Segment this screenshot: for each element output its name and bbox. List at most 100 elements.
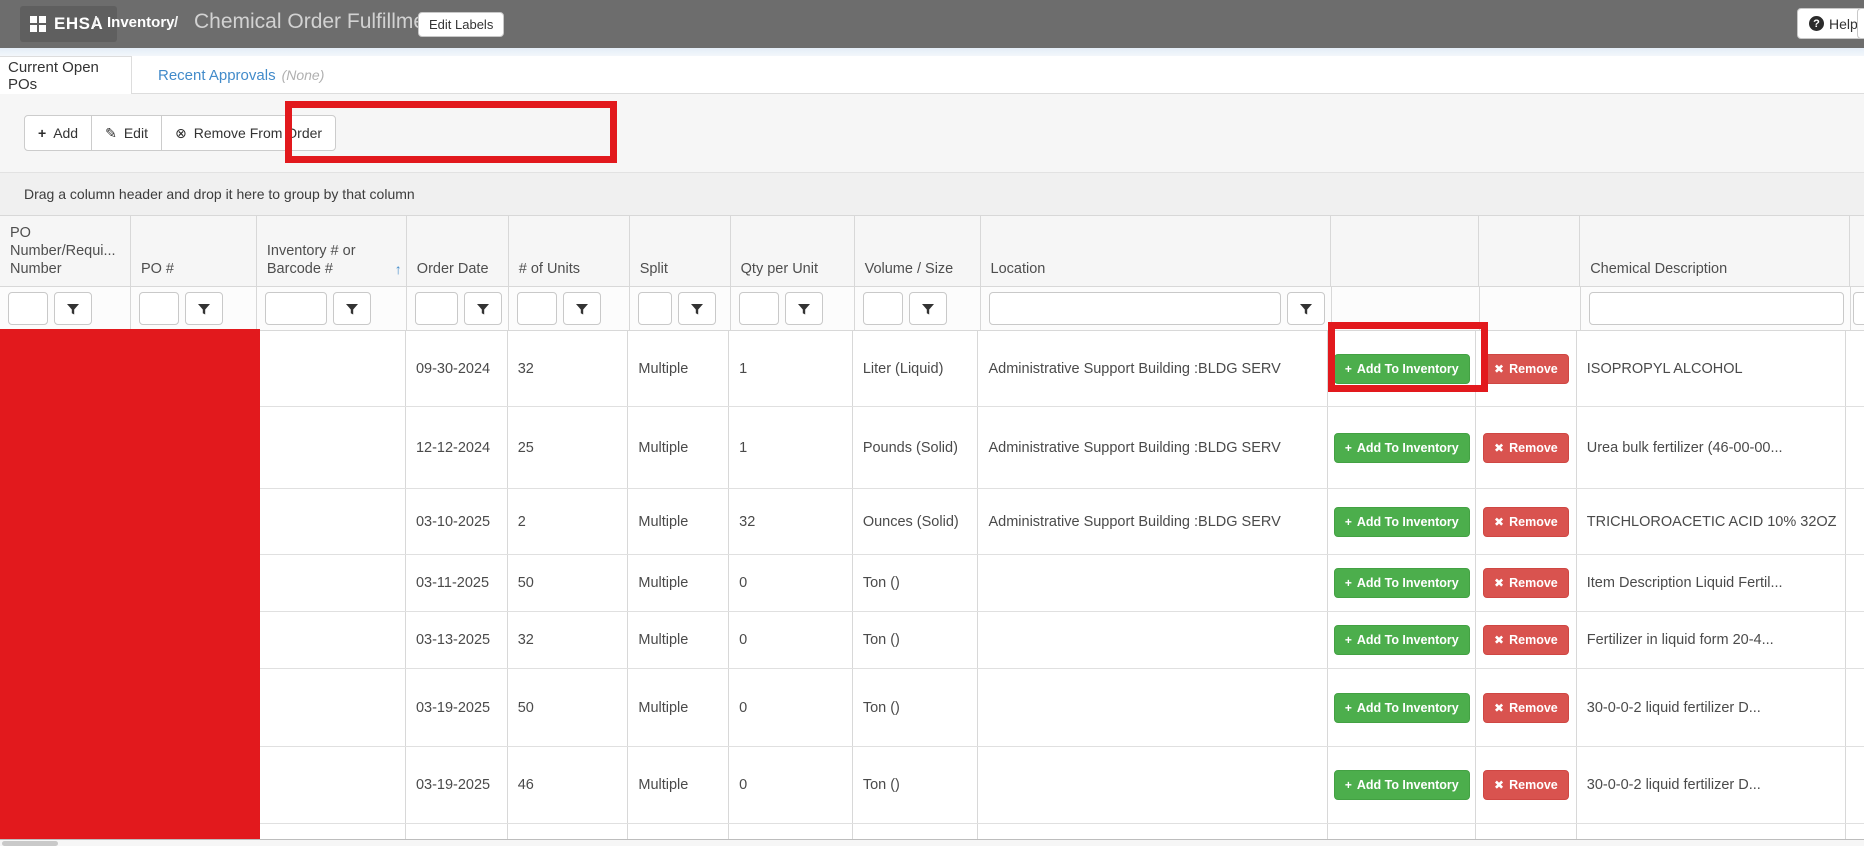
filter-funnel-button-chemical-description[interactable] bbox=[1853, 292, 1864, 325]
column-header-split[interactable]: Split bbox=[630, 216, 731, 286]
header-accent-strip bbox=[0, 48, 1864, 56]
plus-icon: + bbox=[1345, 778, 1352, 792]
column-header-location[interactable]: Location bbox=[981, 216, 1332, 286]
app-logo[interactable]: EHSA bbox=[20, 6, 117, 42]
filter-funnel-icon bbox=[575, 302, 589, 316]
filter-input-po[interactable] bbox=[139, 292, 179, 325]
cell-inventory-barcode bbox=[256, 407, 406, 488]
cell-units: 32 bbox=[508, 612, 629, 668]
column-header-po[interactable]: PO # bbox=[131, 216, 257, 286]
help-button[interactable]: ? Help bbox=[1797, 8, 1864, 39]
grid-header-row: PO Number/Requi... Number PO # Inventory… bbox=[0, 216, 1864, 286]
group-by-drop-zone[interactable]: Drag a column header and drop it here to… bbox=[0, 172, 1864, 215]
tab-recent-approvals-label[interactable]: Recent Approvals bbox=[158, 67, 276, 84]
add-to-inventory-button[interactable]: + Add To Inventory bbox=[1334, 507, 1470, 537]
column-header-qty-per-unit[interactable]: Qty per Unit bbox=[731, 216, 855, 286]
filter-funnel-button-po-number[interactable] bbox=[54, 292, 92, 325]
column-header-inventory-barcode[interactable]: Inventory # or Barcode # ↑ bbox=[257, 216, 407, 286]
filter-input-split[interactable] bbox=[638, 292, 672, 325]
breadcrumb-inventory-link[interactable]: Inventory bbox=[107, 14, 175, 31]
filter-funnel-button-volume-size[interactable] bbox=[909, 292, 947, 325]
remove-button[interactable]: ✖Remove bbox=[1483, 354, 1569, 384]
x-icon: ✖ bbox=[1494, 576, 1504, 590]
cell-volume-size: Ton () bbox=[853, 612, 979, 668]
cell-inventory-barcode bbox=[256, 669, 406, 746]
x-icon: ✖ bbox=[1494, 633, 1504, 647]
cell-inventory-barcode bbox=[256, 489, 406, 554]
filter-funnel-button-qty-per-unit[interactable] bbox=[785, 292, 823, 325]
filter-funnel-button-units[interactable] bbox=[563, 292, 601, 325]
add-to-inventory-button[interactable]: +Add To Inventory bbox=[1334, 433, 1470, 463]
column-header-po-number[interactable]: PO Number/Requi... Number bbox=[0, 216, 131, 286]
filter-input-qty-per-unit[interactable] bbox=[739, 292, 779, 325]
remove-button[interactable]: ✖Remove bbox=[1483, 770, 1569, 800]
edit-labels-button[interactable]: Edit Labels bbox=[418, 12, 504, 37]
tab-strip: Current Open POs Recent Approvals (None) bbox=[0, 56, 1864, 94]
cell-chemical-description: Urea bulk fertilizer (46-00-00... bbox=[1577, 407, 1846, 488]
cell-location: Administrative Support Building :BLDG SE… bbox=[978, 489, 1328, 554]
table-row: 03-10-2025 2 Multiple 32 Ounces (Solid) … bbox=[0, 489, 1864, 555]
filter-input-inventory-barcode[interactable] bbox=[265, 292, 327, 325]
column-header-chemical-description[interactable]: Chemical Description bbox=[1580, 216, 1850, 286]
cell-units: 46 bbox=[508, 747, 629, 823]
filter-funnel-button-location[interactable] bbox=[1287, 292, 1325, 325]
add-button[interactable]: + Add bbox=[24, 115, 92, 151]
filter-input-po-number[interactable] bbox=[8, 292, 48, 325]
add-to-inventory-button[interactable]: +Add To Inventory bbox=[1334, 625, 1470, 655]
remove-button[interactable]: ✖Remove bbox=[1483, 433, 1569, 463]
breadcrumb-separator: / bbox=[174, 14, 178, 31]
circle-remove-icon: ⊗ bbox=[175, 125, 187, 142]
cell-split: Multiple bbox=[628, 612, 729, 668]
cell-qty-per-unit: 1 bbox=[729, 331, 853, 406]
table-row: 03-13-2025 32 Multiple 0 Ton () +Add To … bbox=[0, 612, 1864, 669]
cell-chemical-description: 30-0-0-2 liquid fertilizer D... bbox=[1577, 669, 1846, 746]
remove-button[interactable]: ✖Remove bbox=[1483, 693, 1569, 723]
remove-button[interactable]: ✖Remove bbox=[1483, 507, 1569, 537]
edit-button[interactable]: ✎ Edit bbox=[91, 115, 162, 151]
grid-filter-row bbox=[0, 286, 1864, 331]
remove-label: Remove bbox=[1509, 576, 1558, 590]
filter-input-units[interactable] bbox=[517, 292, 557, 325]
filter-funnel-button-order-date[interactable] bbox=[464, 292, 502, 325]
cell-order-date: 03-10-2025 bbox=[406, 489, 508, 554]
filter-input-chemical-description[interactable] bbox=[1589, 292, 1844, 325]
filter-funnel-button-inventory-barcode[interactable] bbox=[333, 292, 371, 325]
filter-input-order-date[interactable] bbox=[415, 292, 458, 325]
clipped-toolbar-button[interactable] bbox=[1857, 8, 1864, 39]
plus-icon: + bbox=[1345, 515, 1352, 529]
remove-button[interactable]: ✖Remove bbox=[1483, 625, 1569, 655]
filter-funnel-icon bbox=[197, 302, 211, 316]
cell-location: Administrative Support Building :BLDG SE… bbox=[978, 331, 1328, 406]
filter-funnel-button-split[interactable] bbox=[678, 292, 716, 325]
filter-input-location[interactable] bbox=[989, 292, 1281, 325]
app-grid-icon bbox=[30, 16, 46, 32]
column-header-units[interactable]: # of Units bbox=[509, 216, 630, 286]
cell-order-date: 12-12-2024 bbox=[406, 407, 508, 488]
remove-button[interactable]: ✖ Remove bbox=[1483, 568, 1569, 598]
x-icon: ✖ bbox=[1494, 515, 1504, 529]
add-to-inventory-button[interactable]: +Add To Inventory bbox=[1334, 568, 1470, 598]
plus-icon: + bbox=[1345, 441, 1352, 455]
cell-order-date: 03-19-2025 bbox=[406, 747, 508, 823]
cell-order-date: 03-13-2025 bbox=[406, 612, 508, 668]
add-to-inventory-button[interactable]: +Add To Inventory bbox=[1334, 693, 1470, 723]
tab-current-open-pos[interactable]: Current Open POs bbox=[0, 56, 132, 95]
cell-split: Multiple bbox=[628, 747, 729, 823]
column-header-remove bbox=[1479, 216, 1580, 286]
filter-funnel-button-po[interactable] bbox=[185, 292, 223, 325]
remove-label: Remove bbox=[1509, 701, 1558, 715]
tab-recent-approvals[interactable]: Recent Approvals (None) bbox=[148, 56, 334, 94]
horizontal-scrollbar-thumb[interactable] bbox=[2, 841, 58, 846]
add-to-inventory-label: Add To Inventory bbox=[1357, 515, 1459, 529]
filter-funnel-icon bbox=[345, 302, 359, 316]
add-to-inventory-button[interactable]: +Add To Inventory bbox=[1334, 770, 1470, 800]
cell-location bbox=[978, 747, 1328, 823]
cell-units: 50 bbox=[508, 669, 629, 746]
filter-input-volume-size[interactable] bbox=[863, 292, 903, 325]
column-header-volume-size[interactable]: Volume / Size bbox=[855, 216, 981, 286]
table-row-clipped bbox=[0, 824, 1864, 840]
horizontal-scrollbar[interactable] bbox=[0, 839, 1864, 846]
column-header-order-date[interactable]: Order Date bbox=[407, 216, 509, 286]
cell-chemical-description: ISOPROPYL ALCOHOL bbox=[1577, 331, 1846, 406]
column-header-add-to-inventory bbox=[1331, 216, 1479, 286]
